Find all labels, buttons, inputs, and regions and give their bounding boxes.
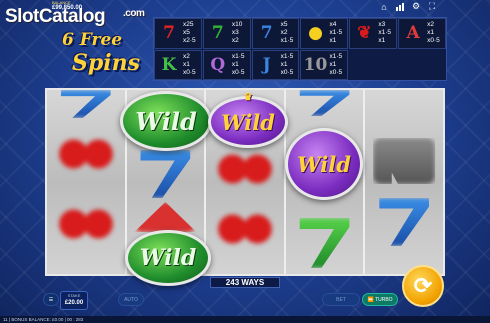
fullscreen-icon[interactable]: ⛶ (426, 1, 438, 12)
payout-value: x5 (280, 21, 288, 29)
payout-value: x3 (378, 21, 386, 29)
paytable-payouts: x4 x1·5 x1 (329, 21, 342, 45)
payout-value: x2 (183, 52, 190, 60)
payout-value: x0·5 (183, 68, 196, 76)
payout-value: x1 (427, 29, 435, 37)
payout-value: x4 (329, 21, 337, 29)
paytable-payouts: x5 x2 x1·5 (281, 21, 294, 45)
payout-value: x0·5 (280, 68, 294, 76)
payout-value: x10 (231, 21, 243, 29)
spin-arrows-icon: ⟳ (413, 273, 433, 298)
paytable-payouts: x2 x1 x0·5 (183, 53, 196, 77)
cherry-symbol (213, 145, 276, 185)
stake-display[interactable]: STAKE £20.00 (60, 291, 88, 310)
king-icon: K (161, 54, 177, 75)
payout-value: x1 (280, 60, 288, 68)
payout-value: x2·5 (183, 37, 196, 45)
green-seven-symbol (299, 218, 350, 268)
payout-value: x2 (427, 21, 435, 29)
turbo-button[interactable]: ⏩ TURBO (362, 293, 398, 306)
paytable: 7 x25 x5 x2·5 7 x10 x3 x2 7 x5 x2 x1·5 ● x4 x1·5 x1 ❦ x3 x… (153, 17, 447, 81)
footer-info: 11 | BONUS BALANCE: £0.00 | 00 : 283 (0, 316, 490, 323)
paytable-cell-blue-seven: 7 x5 x2 x1·5 (251, 18, 300, 49)
payout-value: x1·5 (231, 52, 245, 60)
paytable-payouts: x3 x1·5 x1 (378, 21, 391, 45)
paytable-cell-green-seven: 7 x10 x3 x2 (202, 18, 251, 49)
payout-value: x1·5 (280, 37, 294, 45)
paytable-payouts: x25 x5 x2·5 (183, 21, 196, 45)
payout-value: x0·5 (427, 37, 440, 45)
spin-button[interactable]: ⟳ (402, 265, 444, 307)
wild-symbol-purple: ♛ Wild (208, 92, 288, 148)
payout-value: x1·5 (378, 29, 391, 37)
wild-symbol-green: Wild (120, 91, 212, 151)
chart-icon[interactable] (394, 1, 406, 12)
cherry-symbol (54, 130, 117, 170)
green-seven-icon: 7 (211, 23, 224, 44)
menu-button[interactable]: ☰ (43, 293, 59, 306)
payout-value: x1 (183, 60, 190, 68)
payout-value: x5 (183, 29, 190, 37)
ace-symbol (134, 202, 197, 232)
reel-5 (365, 90, 443, 274)
bet-button[interactable]: BET (322, 293, 360, 306)
game-logo-line2: Spins (72, 50, 141, 76)
cherry-icon: ❦ (357, 23, 372, 44)
payout-value: x2 (231, 37, 239, 45)
paytable-payouts: x1·5 x1 x0·5 (329, 53, 342, 77)
seven-symbol (299, 90, 350, 116)
cherry-symbol (213, 205, 276, 245)
paytable-cell-ten: 10 x1·5 x1 x0·5 (300, 49, 349, 80)
paytable-cell-queen: Qx1·5 x1 x0·5 (202, 49, 251, 80)
ways-banner: 243 WAYS (210, 277, 280, 288)
paytable-cell-jack: Jx1·5 x1 x0·5 (251, 49, 300, 80)
paytable-cell-king: Kx2 x1 x0·5 (154, 49, 202, 80)
fast-forward-icon: ⏩ (367, 296, 376, 303)
paytable-cell-lemon: ● x4 x1·5 x1 (300, 18, 349, 49)
payout-value: x2 (280, 29, 288, 37)
game-logo-line1: 6 Free (62, 30, 123, 50)
crown-icon: ♛ (243, 92, 253, 103)
blue-seven-icon: 7 (260, 23, 273, 44)
slotcatalog-watermark: SlotCatalog .com (5, 6, 145, 27)
payout-value: x1 (378, 37, 386, 45)
paytable-cell-red-seven: 7 x25 x5 x2·5 (154, 18, 202, 49)
payout-value: x1·5 (329, 29, 343, 37)
wild-symbol-purple-expanding: Wild (285, 128, 363, 200)
seven-symbol (60, 90, 111, 118)
autoplay-button[interactable]: AUTO (118, 293, 144, 306)
ten-icon: 10 (303, 54, 328, 75)
queen-icon: Q (210, 54, 226, 75)
seven-symbol (140, 150, 191, 198)
wild-symbol-green: Wild (125, 230, 211, 286)
jack-icon: J (262, 54, 271, 75)
cherry-symbol (54, 200, 117, 240)
payout-value: x25 (183, 21, 194, 29)
paytable-payouts: x10 x3 x2 (232, 21, 242, 45)
paytable-cell-cherry: ❦ x3 x1·5 x1 (349, 18, 398, 49)
gear-icon[interactable]: ⚙ (410, 1, 422, 12)
payout-value: x0·5 (329, 68, 343, 76)
payout-value: x0·5 (231, 68, 245, 76)
payout-value: x1 (329, 37, 337, 45)
lemon-icon: ● (308, 23, 323, 44)
game-logo: 6 Free Spins (56, 30, 148, 84)
payout-value: x1 (231, 60, 239, 68)
payout-value: x1 (329, 60, 337, 68)
paytable-payouts: x2 x1 x0·5 (427, 21, 440, 45)
payout-value: x3 (231, 29, 239, 37)
payout-value: x1·5 (329, 52, 343, 60)
red-seven-icon: 7 (163, 23, 175, 44)
ten-symbol (373, 138, 436, 184)
paytable-payouts: x1·5 x1 x0·5 (232, 53, 245, 77)
paytable-payouts: x1·5 x1 x0·5 (281, 53, 294, 77)
seven-symbol (379, 198, 429, 246)
payout-value: x1·5 (280, 52, 294, 60)
stake-label: STAKE (67, 293, 81, 298)
stake-value: £20.00 (64, 300, 84, 306)
reel-1 (47, 90, 127, 274)
ace-icon: A (406, 23, 420, 44)
paytable-cell-ace: Ax2 x1 x0·5 (398, 18, 446, 49)
home-icon[interactable]: ⌂ (378, 1, 390, 12)
